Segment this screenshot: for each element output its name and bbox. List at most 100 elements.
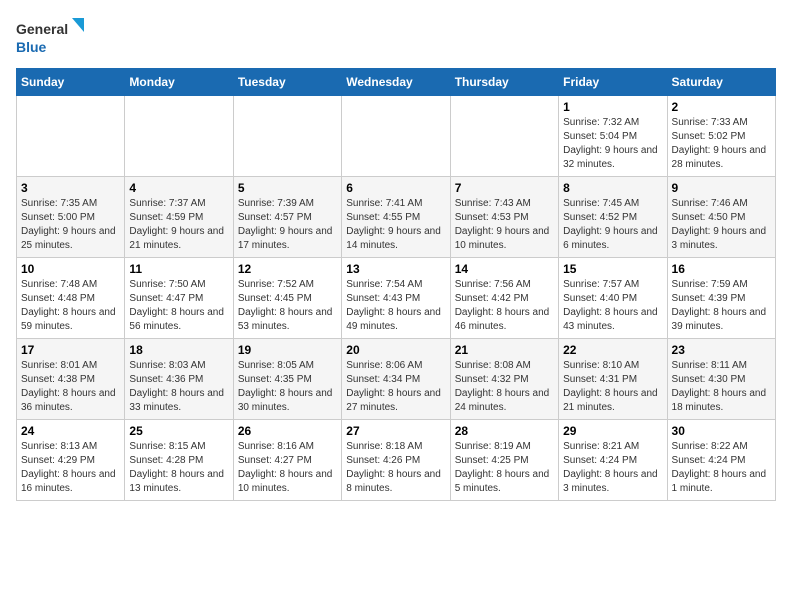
page-header: General Blue [16, 16, 776, 60]
day-number: 13 [346, 262, 445, 276]
day-number: 24 [21, 424, 120, 438]
calendar-cell [125, 96, 233, 177]
day-number: 25 [129, 424, 228, 438]
day-number: 2 [672, 100, 771, 114]
day-number: 12 [238, 262, 337, 276]
day-info: Sunrise: 7:52 AM Sunset: 4:45 PM Dayligh… [238, 278, 337, 334]
day-number: 4 [129, 181, 228, 195]
logo: General Blue [16, 16, 86, 60]
calendar-cell: 10Sunrise: 7:48 AM Sunset: 4:48 PM Dayli… [17, 258, 125, 339]
day-number: 20 [346, 343, 445, 357]
day-info: Sunrise: 8:15 AM Sunset: 4:28 PM Dayligh… [129, 440, 228, 496]
column-header-sunday: Sunday [17, 69, 125, 96]
calendar-cell [450, 96, 558, 177]
day-number: 9 [672, 181, 771, 195]
calendar-week-5: 24 Sunrise: 8:13 AM Sunset: 4:29 PM Dayli… [17, 420, 776, 501]
calendar-week-4: 17 Sunrise: 8:01 AM Sunset: 4:38 PM Dayli… [17, 339, 776, 420]
svg-text:Blue: Blue [16, 39, 47, 55]
calendar-cell [342, 96, 450, 177]
day-number: 21 [455, 343, 554, 357]
day-info: Sunrise: 8:01 AM Sunset: 4:38 PM Dayligh… [21, 359, 120, 415]
day-info: Sunrise: 7:32 AM Sunset: 5:04 PM Dayligh… [563, 116, 662, 172]
day-number: 5 [238, 181, 337, 195]
day-number: 11 [129, 262, 228, 276]
calendar-cell: 3 Sunrise: 7:35 AM Sunset: 5:00 PM Daylig… [17, 177, 125, 258]
day-number: 22 [563, 343, 662, 357]
calendar-cell: 1 Sunrise: 7:32 AM Sunset: 5:04 PM Daylig… [559, 96, 667, 177]
calendar-week-3: 10Sunrise: 7:48 AM Sunset: 4:48 PM Dayli… [17, 258, 776, 339]
day-info: Sunrise: 7:48 AM Sunset: 4:48 PM Dayligh… [21, 278, 120, 334]
calendar-week-2: 3 Sunrise: 7:35 AM Sunset: 5:00 PM Daylig… [17, 177, 776, 258]
logo-svg: General Blue [16, 16, 86, 60]
day-info: Sunrise: 8:13 AM Sunset: 4:29 PM Dayligh… [21, 440, 120, 496]
calendar-week-1: 1 Sunrise: 7:32 AM Sunset: 5:04 PM Daylig… [17, 96, 776, 177]
calendar-cell: 13 Sunrise: 7:54 AM Sunset: 4:43 PM Dayli… [342, 258, 450, 339]
day-number: 30 [672, 424, 771, 438]
day-info: Sunrise: 7:59 AM Sunset: 4:39 PM Dayligh… [672, 278, 771, 334]
day-number: 6 [346, 181, 445, 195]
calendar-cell: 19 Sunrise: 8:05 AM Sunset: 4:35 PM Dayli… [233, 339, 341, 420]
calendar-cell: 6Sunrise: 7:41 AM Sunset: 4:55 PM Daylig… [342, 177, 450, 258]
day-number: 19 [238, 343, 337, 357]
calendar-cell: 22 Sunrise: 8:10 AM Sunset: 4:31 PM Dayli… [559, 339, 667, 420]
calendar-cell: 30 Sunrise: 8:22 AM Sunset: 4:24 PM Dayli… [667, 420, 775, 501]
calendar-cell: 24 Sunrise: 8:13 AM Sunset: 4:29 PM Dayli… [17, 420, 125, 501]
calendar-cell: 14 Sunrise: 7:56 AM Sunset: 4:42 PM Dayli… [450, 258, 558, 339]
day-info: Sunrise: 7:57 AM Sunset: 4:40 PM Dayligh… [563, 278, 662, 334]
column-header-saturday: Saturday [667, 69, 775, 96]
column-header-monday: Monday [125, 69, 233, 96]
calendar-cell: 25 Sunrise: 8:15 AM Sunset: 4:28 PM Dayli… [125, 420, 233, 501]
day-number: 16 [672, 262, 771, 276]
calendar-cell: 16 Sunrise: 7:59 AM Sunset: 4:39 PM Dayli… [667, 258, 775, 339]
day-info: Sunrise: 7:54 AM Sunset: 4:43 PM Dayligh… [346, 278, 445, 334]
calendar-cell: 21Sunrise: 8:08 AM Sunset: 4:32 PM Dayli… [450, 339, 558, 420]
day-info: Sunrise: 7:50 AM Sunset: 4:47 PM Dayligh… [129, 278, 228, 334]
day-info: Sunrise: 7:39 AM Sunset: 4:57 PM Dayligh… [238, 197, 337, 253]
day-info: Sunrise: 7:56 AM Sunset: 4:42 PM Dayligh… [455, 278, 554, 334]
calendar-cell: 4Sunrise: 7:37 AM Sunset: 4:59 PM Daylig… [125, 177, 233, 258]
day-info: Sunrise: 7:43 AM Sunset: 4:53 PM Dayligh… [455, 197, 554, 253]
day-info: Sunrise: 8:06 AM Sunset: 4:34 PM Dayligh… [346, 359, 445, 415]
day-number: 15 [563, 262, 662, 276]
calendar-cell: 2Sunrise: 7:33 AM Sunset: 5:02 PM Daylig… [667, 96, 775, 177]
day-number: 27 [346, 424, 445, 438]
calendar-cell [233, 96, 341, 177]
day-info: Sunrise: 7:35 AM Sunset: 5:00 PM Dayligh… [21, 197, 120, 253]
day-info: Sunrise: 7:45 AM Sunset: 4:52 PM Dayligh… [563, 197, 662, 253]
day-number: 3 [21, 181, 120, 195]
day-number: 26 [238, 424, 337, 438]
day-info: Sunrise: 8:21 AM Sunset: 4:24 PM Dayligh… [563, 440, 662, 496]
day-info: Sunrise: 8:03 AM Sunset: 4:36 PM Dayligh… [129, 359, 228, 415]
column-header-tuesday: Tuesday [233, 69, 341, 96]
calendar-cell: 23Sunrise: 8:11 AM Sunset: 4:30 PM Dayli… [667, 339, 775, 420]
day-number: 8 [563, 181, 662, 195]
day-number: 14 [455, 262, 554, 276]
calendar-cell: 18Sunrise: 8:03 AM Sunset: 4:36 PM Dayli… [125, 339, 233, 420]
day-number: 1 [563, 100, 662, 114]
calendar-cell [17, 96, 125, 177]
day-number: 17 [21, 343, 120, 357]
day-info: Sunrise: 8:10 AM Sunset: 4:31 PM Dayligh… [563, 359, 662, 415]
day-info: Sunrise: 8:05 AM Sunset: 4:35 PM Dayligh… [238, 359, 337, 415]
day-number: 23 [672, 343, 771, 357]
calendar-cell: 29 Sunrise: 8:21 AM Sunset: 4:24 PM Dayli… [559, 420, 667, 501]
column-header-wednesday: Wednesday [342, 69, 450, 96]
day-info: Sunrise: 8:16 AM Sunset: 4:27 PM Dayligh… [238, 440, 337, 496]
calendar-header-row: SundayMondayTuesdayWednesdayThursdayFrid… [17, 69, 776, 96]
calendar-cell: 17 Sunrise: 8:01 AM Sunset: 4:38 PM Dayli… [17, 339, 125, 420]
calendar-cell: 20 Sunrise: 8:06 AM Sunset: 4:34 PM Dayli… [342, 339, 450, 420]
calendar-cell: 27Sunrise: 8:18 AM Sunset: 4:26 PM Dayli… [342, 420, 450, 501]
day-number: 29 [563, 424, 662, 438]
day-info: Sunrise: 8:22 AM Sunset: 4:24 PM Dayligh… [672, 440, 771, 496]
day-number: 28 [455, 424, 554, 438]
calendar-cell: 11 Sunrise: 7:50 AM Sunset: 4:47 PM Dayli… [125, 258, 233, 339]
calendar-cell: 5 Sunrise: 7:39 AM Sunset: 4:57 PM Daylig… [233, 177, 341, 258]
calendar-cell: 26 Sunrise: 8:16 AM Sunset: 4:27 PM Dayli… [233, 420, 341, 501]
calendar-table: SundayMondayTuesdayWednesdayThursdayFrid… [16, 68, 776, 501]
day-info: Sunrise: 7:46 AM Sunset: 4:50 PM Dayligh… [672, 197, 771, 253]
day-number: 7 [455, 181, 554, 195]
calendar-cell: 7 Sunrise: 7:43 AM Sunset: 4:53 PM Daylig… [450, 177, 558, 258]
calendar-cell: 8 Sunrise: 7:45 AM Sunset: 4:52 PM Daylig… [559, 177, 667, 258]
day-info: Sunrise: 8:19 AM Sunset: 4:25 PM Dayligh… [455, 440, 554, 496]
calendar-cell: 15 Sunrise: 7:57 AM Sunset: 4:40 PM Dayli… [559, 258, 667, 339]
